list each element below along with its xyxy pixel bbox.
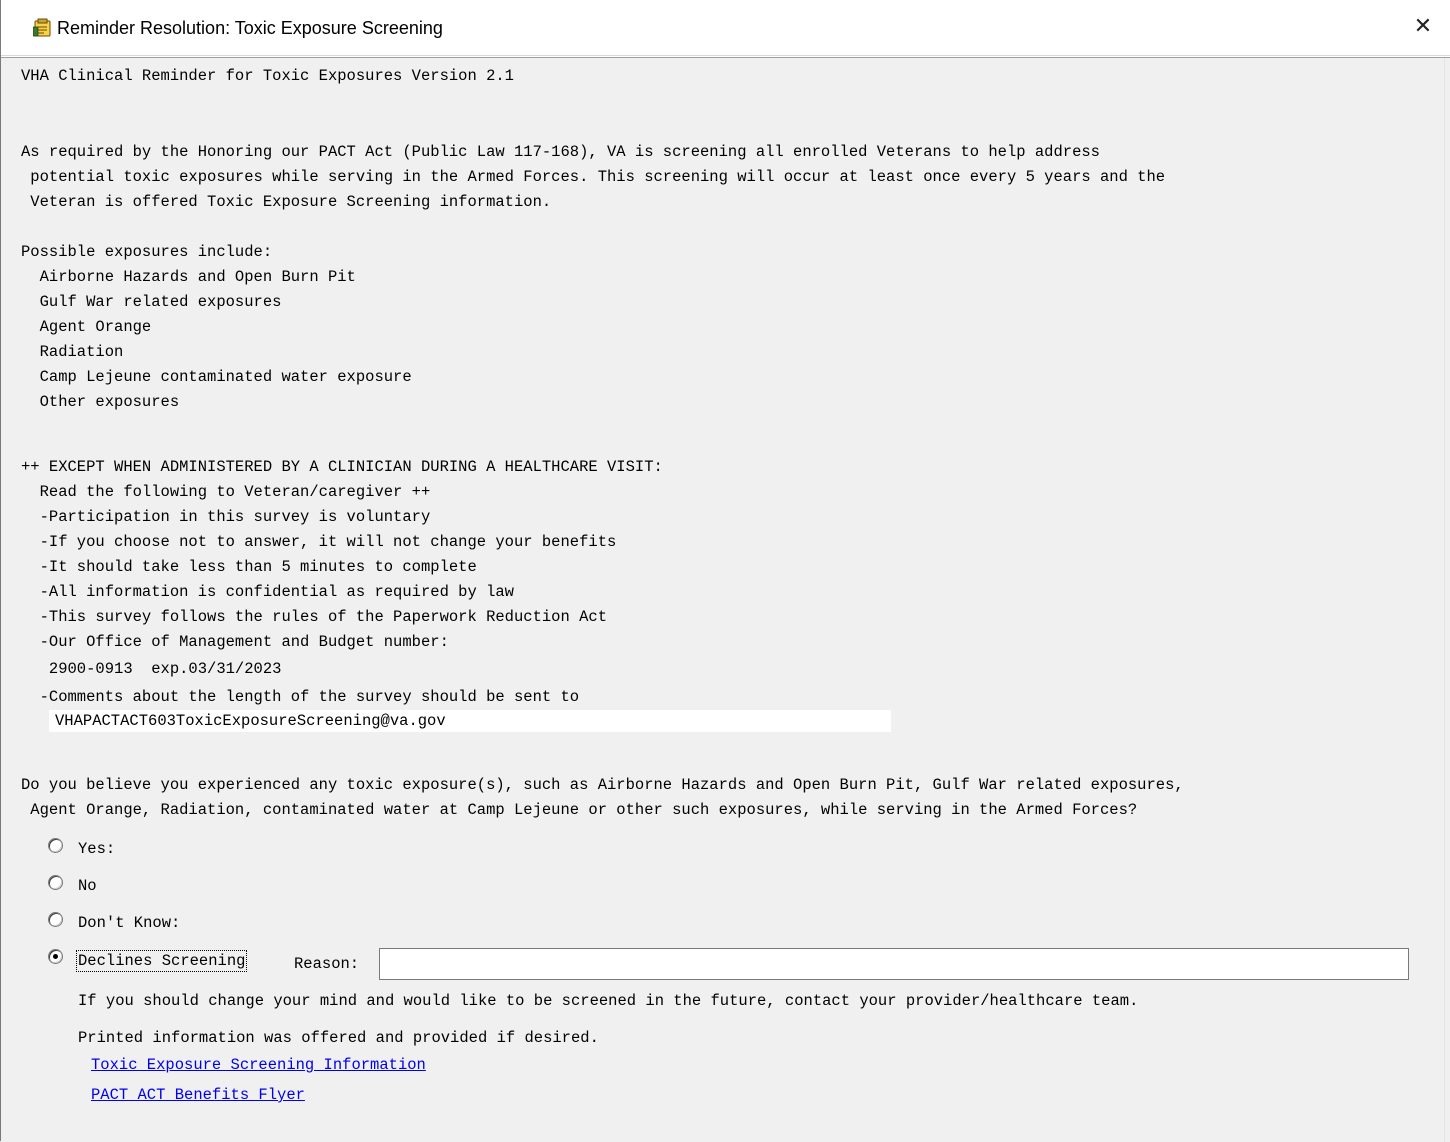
notice-line: Read the following to Veteran/caregiver … bbox=[21, 483, 431, 501]
exposure-item: Airborne Hazards and Open Burn Pit bbox=[21, 268, 356, 286]
scrollbar[interactable] bbox=[1444, 58, 1450, 1142]
intro-line-2: potential toxic exposures while serving … bbox=[21, 168, 1166, 186]
window-title: Reminder Resolution: Toxic Exposure Scre… bbox=[57, 18, 443, 38]
change-mind-text: If you should change your mind and would… bbox=[78, 992, 1139, 1010]
exposures-heading: Possible exposures include: bbox=[21, 243, 273, 261]
yes-label[interactable]: Yes: bbox=[78, 840, 115, 858]
omb-number: 2900-0913 exp.03/31/2023 bbox=[21, 660, 282, 678]
intro-line-1: As required by the Honoring our PACT Act… bbox=[21, 143, 1100, 161]
intro-line-3: Veteran is offered Toxic Exposure Screen… bbox=[21, 193, 552, 211]
no-label[interactable]: No bbox=[78, 877, 97, 895]
reason-input[interactable] bbox=[379, 948, 1409, 980]
exposure-item: Gulf War related exposures bbox=[21, 293, 282, 311]
notice-line: -This survey follows the rules of the Pa… bbox=[21, 608, 607, 626]
exposure-item: Camp Lejeune contaminated water exposure bbox=[21, 368, 412, 386]
notice-line: -All information is confidential as requ… bbox=[21, 583, 514, 601]
question-line-1: Do you believe you experienced any toxic… bbox=[21, 776, 1184, 794]
dont-know-label[interactable]: Don't Know: bbox=[78, 914, 180, 932]
reminder-clipboard-icon bbox=[32, 18, 53, 38]
exposure-item: Other exposures bbox=[21, 393, 180, 411]
title-bar: Reminder Resolution: Toxic Exposure Scre… bbox=[1, 0, 1450, 56]
dont-know-radio[interactable] bbox=[48, 912, 63, 927]
exposure-item: Radiation bbox=[21, 343, 124, 361]
question-line-2: Agent Orange, Radiation, contaminated wa… bbox=[21, 801, 1138, 819]
notice-line: ++ EXCEPT WHEN ADMINISTERED BY A CLINICI… bbox=[21, 458, 663, 476]
printed-info-text: Printed information was offered and prov… bbox=[78, 1029, 599, 1047]
email-field[interactable]: VHAPACTACT603ToxicExposureScreening@va.g… bbox=[49, 710, 891, 732]
notice-line: -Comments about the length of the survey… bbox=[21, 688, 580, 706]
notice-line: -It should take less than 5 minutes to c… bbox=[21, 558, 477, 576]
toxic-exposure-screening-info-link[interactable]: Toxic Exposure Screening Information bbox=[91, 1056, 426, 1074]
notice-line: -If you choose not to answer, it will no… bbox=[21, 533, 617, 551]
dialog-content: VHA Clinical Reminder for Toxic Exposure… bbox=[1, 57, 1450, 1142]
reason-label: Reason: bbox=[294, 955, 360, 973]
yes-radio[interactable] bbox=[48, 838, 63, 853]
reminder-header: VHA Clinical Reminder for Toxic Exposure… bbox=[21, 67, 514, 85]
close-button[interactable]: ✕ bbox=[1409, 12, 1437, 42]
email-address: VHAPACTACT603ToxicExposureScreening@va.g… bbox=[55, 712, 446, 730]
notice-line: -Participation in this survey is volunta… bbox=[21, 508, 431, 526]
declines-screening-label[interactable]: Declines Screening bbox=[75, 950, 248, 972]
reminder-text-panel: VHA Clinical Reminder for Toxic Exposure… bbox=[2, 58, 1450, 1141]
radio-selected-dot bbox=[53, 954, 58, 959]
pact-act-benefits-flyer-link[interactable]: PACT ACT Benefits Flyer bbox=[91, 1086, 305, 1104]
reminder-dialog: Reminder Resolution: Toxic Exposure Scre… bbox=[0, 0, 1450, 1142]
exposure-item: Agent Orange bbox=[21, 318, 152, 336]
declines-screening-radio[interactable] bbox=[48, 949, 63, 964]
no-radio[interactable] bbox=[48, 875, 63, 890]
notice-line: -Our Office of Management and Budget num… bbox=[21, 633, 449, 651]
